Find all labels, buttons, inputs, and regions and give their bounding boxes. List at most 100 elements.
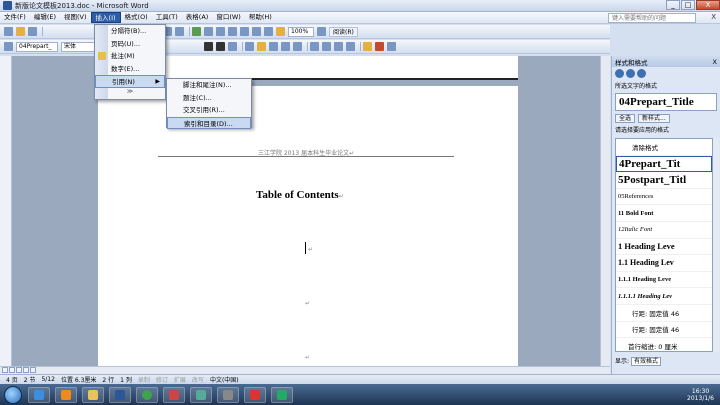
taskbar-ie-icon[interactable] — [28, 386, 50, 403]
bullets-icon[interactable] — [322, 42, 331, 51]
new-document-icon[interactable] — [4, 27, 13, 36]
zoom-select[interactable]: 100% — [288, 26, 314, 37]
taskbar-word-icon[interactable] — [109, 386, 131, 403]
highlight-icon[interactable] — [363, 42, 372, 51]
select-all-button[interactable]: 全选 — [615, 114, 636, 123]
menu-reference[interactable]: 引用(N) ▶ — [95, 75, 165, 88]
style-item[interactable]: 05References — [616, 189, 712, 206]
menu-number[interactable]: 数字(E)... — [95, 63, 165, 76]
vertical-scrollbar[interactable] — [600, 56, 610, 366]
document-map-icon[interactable] — [264, 27, 273, 36]
style-item[interactable]: 1.1.1.1 Heading Lev — [616, 288, 712, 305]
menu-caption[interactable]: 题注(C)... — [167, 92, 251, 105]
align-left-icon[interactable] — [245, 42, 254, 51]
style-item[interactable]: 1 Heading Leve — [616, 239, 712, 256]
menu-page-numbers[interactable]: 页码(U)... — [95, 38, 165, 51]
save-icon[interactable] — [28, 27, 37, 36]
help-search-input[interactable]: 键入需要帮助的问题 — [608, 13, 696, 23]
close-document-icon[interactable]: X — [711, 13, 716, 21]
decrease-indent-icon[interactable] — [334, 42, 343, 51]
menu-insert[interactable]: 插入(I) — [90, 12, 121, 23]
close-window-button[interactable]: X — [696, 0, 720, 10]
help-icon[interactable] — [317, 27, 326, 36]
status-trk[interactable]: 修订 — [156, 375, 168, 384]
status-ext[interactable]: 扩展 — [174, 375, 186, 384]
current-style-box[interactable]: 04Prepart_Title — [615, 93, 717, 111]
insert-table-icon[interactable] — [216, 27, 225, 36]
taskbar-explorer-icon[interactable] — [82, 386, 104, 403]
increase-indent-icon[interactable] — [346, 42, 355, 51]
style-item[interactable]: 行距: 固定值 46 — [616, 305, 712, 322]
reading-layout-button[interactable]: 阅读(R) — [329, 26, 358, 37]
line-spacing-icon[interactable] — [293, 42, 302, 51]
maximize-button[interactable]: □ — [681, 0, 695, 10]
tables-borders-icon[interactable] — [204, 27, 213, 36]
italic-icon[interactable] — [204, 42, 213, 51]
align-right-icon[interactable] — [269, 42, 278, 51]
style-item[interactable]: 行距: 固定值 46 — [616, 322, 712, 339]
task-pane-close-icon[interactable]: X — [713, 58, 717, 66]
status-rec[interactable]: 录制 — [138, 375, 150, 384]
styles-icon[interactable] — [4, 42, 13, 51]
new-style-button[interactable]: 新样式... — [638, 114, 670, 123]
style-item[interactable]: 首行缩进: 0 厘米 — [616, 338, 712, 351]
menu-comment[interactable]: 批注(M) — [95, 50, 165, 63]
system-clock[interactable]: 16:30 2013/1/6 — [687, 388, 714, 402]
forward-icon[interactable] — [626, 69, 635, 78]
menu-help[interactable]: 帮助(H) — [245, 12, 276, 23]
menu-break[interactable]: 分隔符(B)... — [95, 25, 165, 38]
taskbar-app-icon[interactable] — [163, 386, 185, 403]
taskbar-app-icon[interactable] — [244, 386, 266, 403]
menu-view[interactable]: 视图(V) — [60, 12, 91, 23]
start-button-icon[interactable] — [4, 385, 22, 404]
style-item[interactable]: 12Italic Font — [616, 222, 712, 239]
style-item[interactable]: 11 Bold Font — [616, 205, 712, 222]
taskbar-app-icon[interactable] — [271, 386, 293, 403]
style-item[interactable]: 1.1.1 Heading Leve — [616, 272, 712, 289]
show-select[interactable]: 有效格式 — [630, 357, 661, 366]
redo-icon[interactable] — [175, 27, 184, 36]
menu-index-and-tables[interactable]: 索引和目录(D)... — [167, 116, 251, 129]
menu-format[interactable]: 格式(O) — [121, 12, 152, 23]
style-select[interactable]: 04Prepart_ — [16, 41, 58, 52]
minimize-button[interactable]: _ — [666, 0, 680, 10]
menu-edit[interactable]: 编辑(E) — [30, 12, 60, 23]
columns-icon[interactable] — [240, 27, 249, 36]
menu-tools[interactable]: 工具(T) — [152, 12, 182, 23]
underline-icon[interactable] — [216, 42, 225, 51]
hyperlink-icon[interactable] — [192, 27, 201, 36]
menu-table[interactable]: 表格(A) — [182, 12, 213, 23]
home-icon[interactable] — [637, 69, 646, 78]
taskbar-app-icon[interactable] — [190, 386, 212, 403]
justify-icon[interactable] — [281, 42, 290, 51]
outline-view-icon[interactable] — [23, 367, 29, 373]
drawing-icon[interactable] — [252, 27, 261, 36]
print-view-icon[interactable] — [16, 367, 22, 373]
web-view-icon[interactable] — [9, 367, 15, 373]
taskbar-media-player-icon[interactable] — [55, 386, 77, 403]
font-color-icon[interactable] — [375, 42, 384, 51]
status-ovr[interactable]: 改写 — [192, 375, 204, 384]
taskbar-app-icon[interactable] — [217, 386, 239, 403]
show-hide-icon[interactable] — [276, 27, 285, 36]
style-item[interactable]: 1.1 Heading Lev — [616, 255, 712, 272]
document-page[interactable]: 三江学院 2013 届本科生毕业论文↵ Table of Contents↵ ↵… — [98, 86, 518, 368]
insert-excel-icon[interactable] — [228, 27, 237, 36]
toolbar-options-icon[interactable] — [387, 42, 396, 51]
horizontal-scrollbar[interactable] — [0, 366, 610, 374]
numbering-icon[interactable] — [310, 42, 319, 51]
character-border-icon[interactable] — [228, 42, 237, 51]
reading-view-icon[interactable] — [30, 367, 36, 373]
menu-window[interactable]: 窗口(W) — [212, 12, 245, 23]
style-item[interactable]: 4Prepart_Tit — [616, 155, 712, 173]
back-icon[interactable] — [615, 69, 624, 78]
taskbar-chrome-icon[interactable] — [136, 386, 158, 403]
open-folder-icon[interactable] — [16, 27, 25, 36]
menu-cross-reference[interactable]: 交叉引用(R)... — [167, 104, 251, 117]
style-item[interactable]: 清除格式 — [616, 139, 712, 156]
align-center-icon[interactable] — [257, 42, 266, 51]
normal-view-icon[interactable] — [2, 367, 8, 373]
style-list-scrollbar[interactable] — [713, 138, 719, 352]
menu-footnote[interactable]: 脚注和尾注(N)... — [167, 79, 251, 92]
style-item[interactable]: 5Postpart_Titl — [616, 172, 712, 189]
